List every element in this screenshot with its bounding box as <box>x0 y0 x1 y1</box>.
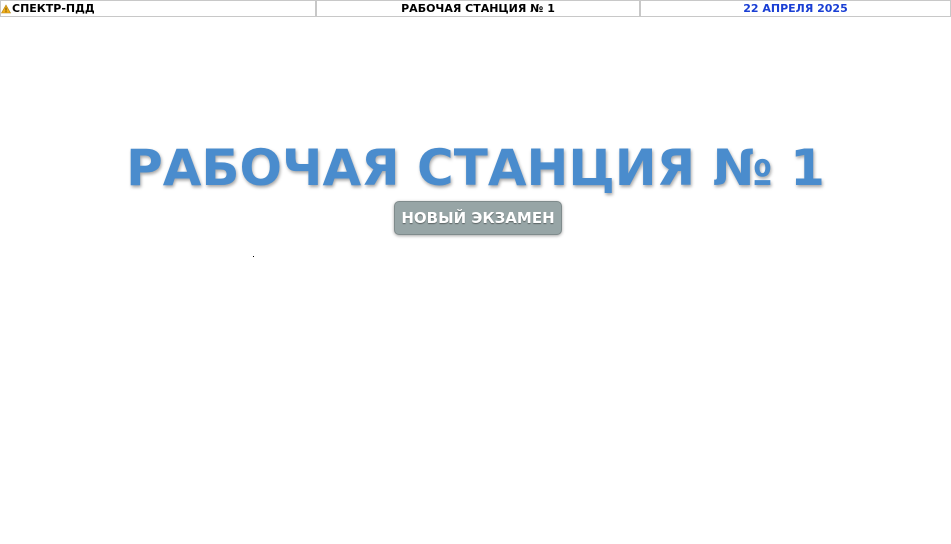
station-cell: РАБОЧАЯ СТАНЦИЯ № 1 <box>316 0 640 16</box>
station-name: РАБОЧАЯ СТАНЦИЯ № 1 <box>401 2 555 15</box>
app-name: СПЕКТР-ПДД <box>12 2 95 15</box>
new-exam-button[interactable]: НОВЫЙ ЭКЗАМЕН <box>394 201 562 235</box>
top-status-bar: СПЕКТР-ПДД РАБОЧАЯ СТАНЦИЯ № 1 22 АПРЕЛЯ… <box>0 0 951 17</box>
app-name-cell: СПЕКТР-ПДД <box>0 0 316 16</box>
current-date: 22 АПРЕЛЯ 2025 <box>743 2 848 15</box>
page-title: РАБОЧАЯ СТАНЦИЯ № 1 <box>126 139 825 197</box>
stray-dot <box>253 256 254 257</box>
date-cell: 22 АПРЕЛЯ 2025 <box>640 0 951 16</box>
warning-triangle-icon <box>1 3 11 13</box>
